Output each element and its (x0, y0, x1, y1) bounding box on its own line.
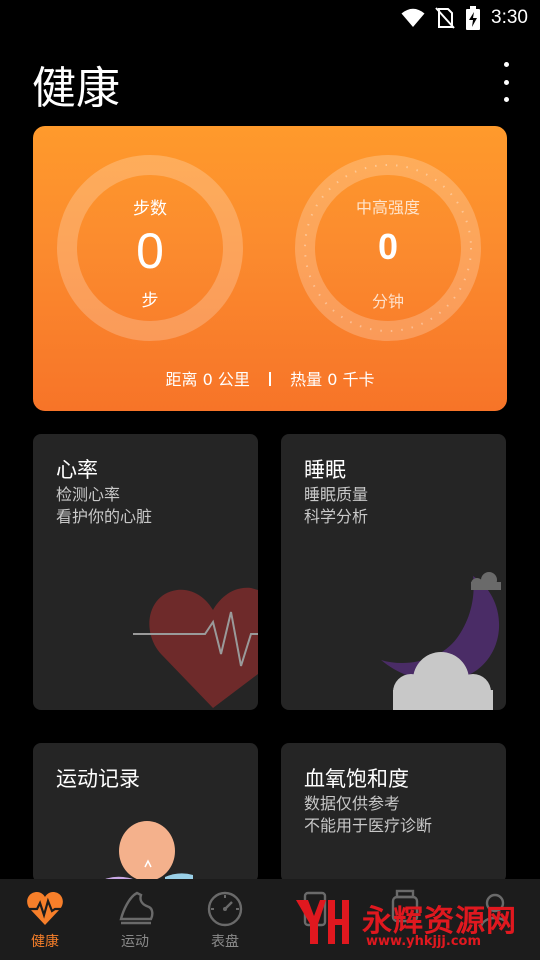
heart-rate-line1: 检测心率 (56, 485, 121, 504)
intensity-unit: 分钟 (371, 292, 404, 311)
spo2-line2: 不能用于医疗诊断 (304, 816, 433, 835)
nav-tab-sport[interactable]: 运动 (90, 879, 180, 960)
page-title: 健康 (32, 63, 120, 114)
status-bar: 3:30 (0, 0, 540, 36)
watermark-url: www.yhkjjj.com (366, 934, 482, 949)
spo2-title: 血氧饱和度 (304, 767, 409, 791)
intensity-value: 0 (377, 226, 399, 267)
workout-record-tile[interactable]: 运动记录 (33, 743, 258, 883)
more-dot (503, 79, 509, 85)
calorie-unit: 千卡 (342, 370, 375, 389)
no-sim-icon (435, 7, 455, 29)
intensity-label: 中高强度 (355, 198, 420, 217)
distance-value: 0 (202, 370, 213, 389)
watch-dial-icon (207, 891, 243, 927)
status-time: 3:30 (491, 7, 528, 28)
watermark: 永辉资源网 www.yhkjjj.com (290, 890, 540, 960)
more-menu-button[interactable] (496, 62, 516, 102)
activity-summary-card[interactable]: 步数 0 步 中高强度 0 分钟 距离 0 公里 热量 0 千卡 (33, 126, 507, 411)
distance-label: 距离 (165, 370, 198, 389)
more-vert-icon (503, 62, 509, 67)
intensity-ring: 中高强度 0 分钟 (294, 154, 482, 342)
calorie-value: 0 (327, 370, 338, 389)
steps-label: 步数 (133, 199, 167, 219)
calorie-label: 热量 (290, 370, 323, 389)
nav-tab-health[interactable]: 健康 (0, 879, 90, 960)
heart-pulse-icon (27, 892, 63, 925)
sleep-subtitle: 睡眠质量 科学分析 (304, 484, 368, 528)
sleep-tile[interactable]: 睡眠 睡眠质量 科学分析 (281, 434, 506, 710)
workout-title: 运动记录 (56, 767, 140, 791)
heart-icon (133, 587, 258, 708)
nav-label-health: 健康 (31, 934, 59, 950)
battery-charging-icon (466, 6, 481, 30)
heart-rate-tile[interactable]: 心率 检测心率 看护你的心脏 (33, 434, 258, 710)
spo2-subtitle: 数据仅供参考 不能用于医疗诊断 (304, 793, 432, 837)
distance-unit: 公里 (217, 370, 250, 389)
spo2-line1: 数据仅供参考 (304, 794, 401, 813)
sleep-line2: 科学分析 (304, 507, 369, 526)
runner-icon (97, 821, 193, 883)
heart-rate-title: 心率 (56, 458, 98, 482)
steps-unit: 步 (141, 291, 159, 311)
steps-ring: 步数 0 步 (56, 154, 244, 342)
heart-rate-subtitle: 检测心率 看护你的心脏 (56, 484, 152, 528)
sleep-line1: 睡眠质量 (304, 485, 369, 504)
nav-tab-watchface[interactable]: 表盘 (180, 879, 270, 960)
moon-cloud-icon (381, 572, 501, 710)
sleep-title: 睡眠 (304, 458, 346, 482)
watermark-logo (296, 900, 349, 944)
shoe-icon (119, 891, 154, 925)
nav-label-sport: 运动 (121, 934, 149, 950)
blood-oxygen-tile[interactable]: 血氧饱和度 数据仅供参考 不能用于医疗诊断 (281, 743, 506, 883)
heart-rate-line2: 看护你的心脏 (56, 507, 153, 526)
wifi-icon (401, 8, 425, 27)
footer-divider (269, 372, 271, 386)
summary-footer: 距离 0 公里 热量 0 千卡 (33, 366, 507, 390)
more-dot (503, 97, 509, 102)
nav-label-watchface: 表盘 (211, 934, 239, 950)
steps-value: 0 (136, 223, 164, 279)
